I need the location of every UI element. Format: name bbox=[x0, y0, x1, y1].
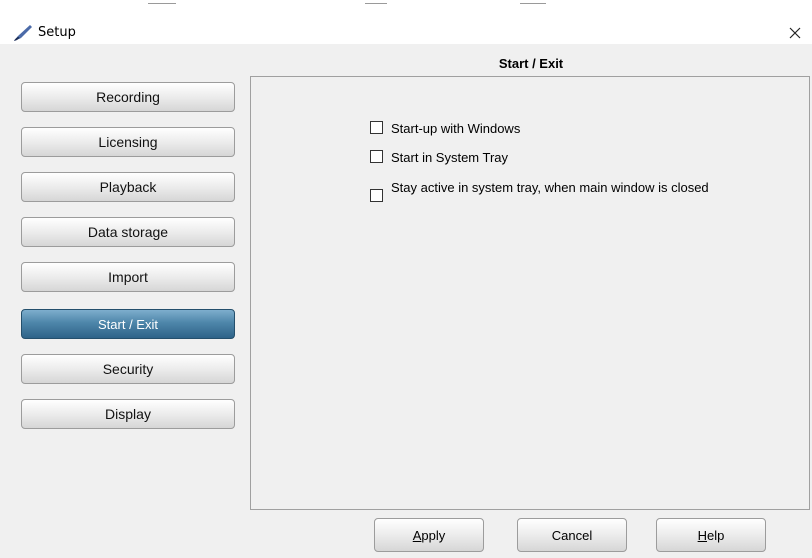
apply-label-rest: pply bbox=[421, 527, 446, 543]
option-stay-active-in-tray[interactable]: Stay active in system tray, when main wi… bbox=[370, 180, 746, 202]
sidebar-item-security[interactable]: Security bbox=[21, 354, 235, 384]
startup-label: Start-up with Windows bbox=[391, 121, 521, 136]
settings-panel bbox=[250, 76, 810, 510]
sidebar-item-recording[interactable]: Recording bbox=[21, 82, 235, 112]
startup-checkbox[interactable] bbox=[370, 121, 383, 134]
help-mnemonic: H bbox=[697, 527, 708, 543]
sidebar-item-start-exit[interactable]: Start / Exit bbox=[21, 309, 235, 339]
apply-mnemonic: A bbox=[412, 527, 422, 543]
panel-title: Start / Exit bbox=[498, 56, 564, 71]
help-button[interactable]: Help bbox=[656, 518, 766, 552]
brush-icon bbox=[13, 24, 33, 42]
cancel-button[interactable]: Cancel bbox=[517, 518, 627, 552]
apply-button[interactable]: Apply bbox=[374, 518, 484, 552]
window-title: Setup bbox=[38, 25, 76, 40]
stay-active-checkbox[interactable] bbox=[370, 189, 383, 202]
background-window-fragment bbox=[0, 0, 812, 8]
stay-active-label: Stay active in system tray, when main wi… bbox=[391, 180, 709, 195]
sidebar-item-import[interactable]: Import bbox=[21, 262, 235, 292]
title-bar: Setup bbox=[0, 8, 812, 44]
help-label-rest: elp bbox=[707, 527, 725, 543]
cancel-label: Cancel bbox=[551, 527, 593, 543]
tray-label: Start in System Tray bbox=[391, 150, 509, 165]
close-icon bbox=[789, 27, 801, 42]
sidebar-item-data-storage[interactable]: Data storage bbox=[21, 217, 235, 247]
sidebar-item-display[interactable]: Display bbox=[21, 399, 235, 429]
option-start-in-tray[interactable]: Start in System Tray bbox=[370, 150, 508, 165]
sidebar-item-playback[interactable]: Playback bbox=[21, 172, 235, 202]
option-startup-with-windows[interactable]: Start-up with Windows bbox=[370, 121, 520, 136]
sidebar-item-licensing[interactable]: Licensing bbox=[21, 127, 235, 157]
tray-checkbox[interactable] bbox=[370, 150, 383, 163]
